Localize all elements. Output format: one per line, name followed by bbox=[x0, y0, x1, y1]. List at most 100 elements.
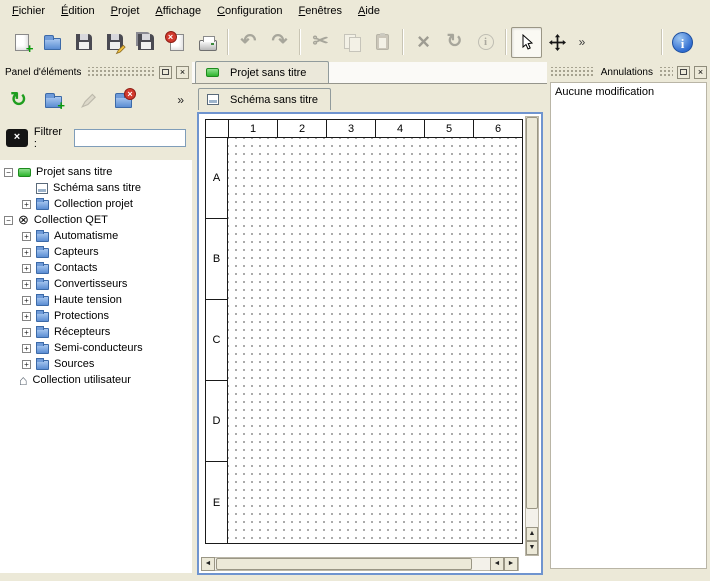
close-panel-button[interactable]: × bbox=[176, 66, 189, 79]
clear-filter-button[interactable]: × bbox=[6, 129, 28, 147]
tree-item-protections[interactable]: + Protections bbox=[0, 308, 192, 324]
about-button[interactable]: i bbox=[667, 27, 698, 58]
copy-button[interactable] bbox=[336, 27, 367, 58]
toolbar-separator bbox=[227, 29, 229, 55]
toolbar-overflow-button[interactable]: » bbox=[573, 27, 591, 58]
vertical-scrollbar[interactable]: ▲ ▼ bbox=[525, 116, 539, 556]
save-all-icon bbox=[138, 34, 154, 50]
save-as-button[interactable] bbox=[99, 27, 130, 58]
schema-grid-canvas[interactable] bbox=[228, 138, 522, 543]
delete-button[interactable]: × bbox=[408, 27, 439, 58]
undo-button[interactable]: ↶ bbox=[233, 27, 264, 58]
menu-aide[interactable]: Aide bbox=[350, 2, 388, 21]
dock-grip[interactable] bbox=[659, 67, 673, 77]
panel-overflow-button[interactable]: » bbox=[177, 93, 188, 107]
scroll-right-button[interactable]: ► bbox=[504, 557, 518, 571]
tree-item-automatisme[interactable]: + Automatisme bbox=[0, 228, 192, 244]
tree-item-schema[interactable]: Schéma sans titre bbox=[0, 180, 192, 196]
delete-element-button[interactable]: × bbox=[109, 85, 138, 114]
tree-item-collection-qet[interactable]: − ⊗ Collection QET bbox=[0, 212, 192, 228]
schema-tab[interactable]: Schéma sans titre bbox=[198, 88, 331, 110]
folder-icon bbox=[36, 296, 49, 306]
print-button[interactable] bbox=[192, 27, 223, 58]
project-tab[interactable]: Projet sans titre bbox=[195, 61, 329, 83]
collapse-icon[interactable]: − bbox=[4, 168, 13, 177]
menu-fenetres[interactable]: Fenêtres bbox=[291, 2, 350, 21]
schema-tab-label: Schéma sans titre bbox=[230, 94, 318, 106]
element-info-button[interactable]: i bbox=[470, 27, 501, 58]
main-toolbar: + × ↶ ↷ ✂ bbox=[0, 22, 710, 62]
close-file-button[interactable]: × bbox=[161, 27, 192, 58]
float-panel-button[interactable] bbox=[159, 66, 172, 79]
new-document-button[interactable]: + bbox=[6, 27, 37, 58]
tree-item-convertisseurs[interactable]: + Convertisseurs bbox=[0, 276, 192, 292]
tree-item-capteurs[interactable]: + Capteurs bbox=[0, 244, 192, 260]
cut-button[interactable]: ✂ bbox=[305, 27, 336, 58]
tree-item-semi-conducteurs[interactable]: + Semi-conducteurs bbox=[0, 340, 192, 356]
copy-icon bbox=[344, 34, 360, 50]
schema-tabbar: Schéma sans titre bbox=[192, 88, 547, 110]
tree-item-sources[interactable]: + Sources bbox=[0, 356, 192, 372]
schema-sheet[interactable]: 1 2 3 4 5 6 A B C D E bbox=[205, 119, 523, 544]
reload-collections-button[interactable]: ↻ bbox=[4, 85, 33, 114]
horizontal-scrollbar-thumb[interactable] bbox=[216, 558, 472, 570]
tree-item-contacts[interactable]: + Contacts bbox=[0, 260, 192, 276]
expand-icon[interactable]: + bbox=[22, 328, 31, 337]
filter-row: × Filtrer : bbox=[6, 126, 186, 150]
tree-item-project[interactable]: − Projet sans titre bbox=[0, 164, 192, 180]
tree-item-collection-projet[interactable]: + Collection projet bbox=[0, 196, 192, 212]
filter-input[interactable] bbox=[74, 129, 186, 147]
menu-edition[interactable]: Édition bbox=[53, 2, 103, 21]
tree-item-label: Convertisseurs bbox=[54, 278, 127, 290]
undo-history-list[interactable]: Aucune modification bbox=[550, 82, 707, 569]
expand-icon[interactable]: + bbox=[22, 280, 31, 289]
scroll-left-button[interactable]: ◄ bbox=[490, 557, 504, 571]
float-panel-button[interactable] bbox=[677, 66, 690, 79]
delete-icon: × bbox=[417, 34, 430, 50]
pan-tool-button[interactable] bbox=[542, 27, 573, 58]
scroll-up-button[interactable]: ▲ bbox=[526, 527, 538, 541]
expand-icon[interactable]: + bbox=[22, 344, 31, 353]
expand-icon[interactable]: + bbox=[22, 312, 31, 321]
open-project-button[interactable] bbox=[37, 27, 68, 58]
dock-grip[interactable] bbox=[550, 67, 595, 77]
undo-panel-titlebar[interactable]: Annulations × bbox=[550, 64, 707, 80]
redo-button[interactable]: ↷ bbox=[264, 27, 295, 58]
edit-element-button[interactable] bbox=[74, 85, 103, 114]
menu-configuration[interactable]: Configuration bbox=[209, 2, 290, 21]
about-info-icon: i bbox=[672, 32, 693, 53]
tree-item-collection-utilisateur[interactable]: ⌂ Collection utilisateur bbox=[0, 372, 192, 388]
expand-icon[interactable]: + bbox=[22, 264, 31, 273]
new-element-button[interactable]: + bbox=[39, 85, 68, 114]
menu-affichage[interactable]: Affichage bbox=[147, 2, 209, 21]
collapse-icon[interactable]: − bbox=[4, 216, 13, 225]
horizontal-scrollbar[interactable]: ◄ ◄ ► bbox=[201, 557, 519, 571]
menu-fichier[interactable]: Fichier bbox=[4, 2, 53, 21]
expand-icon[interactable]: + bbox=[22, 360, 31, 369]
select-tool-button[interactable] bbox=[511, 27, 542, 58]
filter-label: Filtrer : bbox=[34, 126, 68, 150]
rotate-button[interactable]: ↻ bbox=[439, 27, 470, 58]
tree-item-label: Semi-conducteurs bbox=[54, 342, 143, 354]
elements-panel-titlebar[interactable]: Panel d'éléments × bbox=[3, 64, 189, 80]
paste-button[interactable] bbox=[367, 27, 398, 58]
scroll-left-button[interactable]: ◄ bbox=[201, 557, 215, 571]
expand-icon[interactable]: + bbox=[22, 248, 31, 257]
home-icon: ⌂ bbox=[19, 374, 27, 386]
vertical-scrollbar-thumb[interactable] bbox=[526, 117, 538, 509]
column-header: 6 bbox=[473, 120, 522, 138]
expand-icon[interactable]: + bbox=[22, 296, 31, 305]
expand-icon[interactable]: + bbox=[22, 232, 31, 241]
schema-view[interactable]: 1 2 3 4 5 6 A B C D E bbox=[197, 112, 543, 575]
expand-icon[interactable]: + bbox=[22, 200, 31, 209]
tree-item-haute-tension[interactable]: + Haute tension bbox=[0, 292, 192, 308]
tree-item-label: Projet sans titre bbox=[36, 166, 112, 178]
close-panel-button[interactable]: × bbox=[694, 66, 707, 79]
tree-item-recepteurs[interactable]: + Récepteurs bbox=[0, 324, 192, 340]
dock-grip[interactable] bbox=[87, 67, 155, 77]
save-all-button[interactable] bbox=[130, 27, 161, 58]
save-button[interactable] bbox=[68, 27, 99, 58]
scroll-down-button[interactable]: ▼ bbox=[526, 541, 538, 555]
undo-empty-message: Aucune modification bbox=[555, 86, 654, 98]
menu-projet[interactable]: Projet bbox=[103, 2, 148, 21]
